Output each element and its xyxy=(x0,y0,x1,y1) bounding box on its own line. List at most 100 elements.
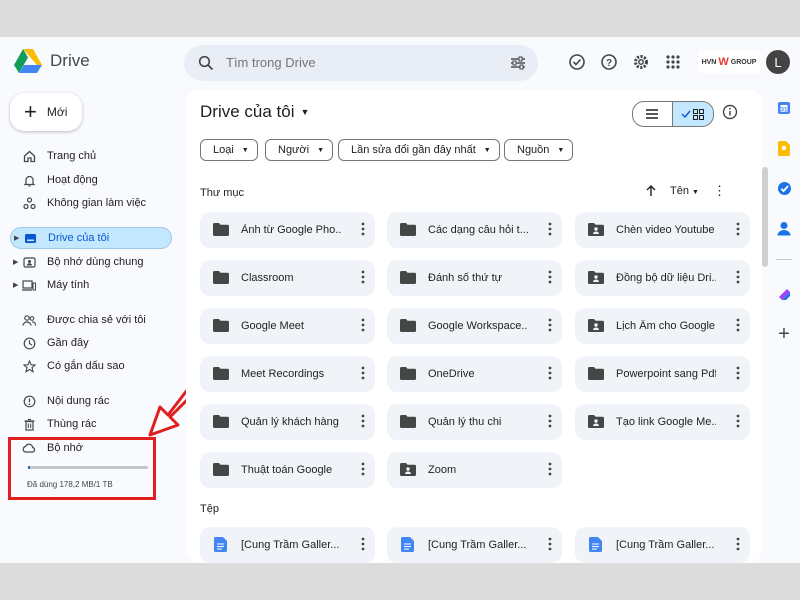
more-actions-icon[interactable] xyxy=(548,537,552,556)
more-actions-icon[interactable] xyxy=(548,366,552,385)
sidebar-item-shared-with-me[interactable]: Được chia sẻ với tôi xyxy=(0,309,180,331)
filter-source-chip[interactable]: Nguồn ▼ xyxy=(504,139,574,161)
expand-caret-icon[interactable]: ▶ xyxy=(13,258,18,266)
more-actions-icon[interactable] xyxy=(736,270,740,289)
brand-name: HVN xyxy=(701,58,717,66)
chip-label: Người xyxy=(278,144,310,156)
filter-people-chip[interactable]: Người ▼ xyxy=(265,139,334,161)
contacts-app-icon[interactable] xyxy=(775,219,793,237)
folder-card[interactable]: Zoom xyxy=(387,452,562,488)
more-actions-icon[interactable] xyxy=(736,222,740,241)
folder-card[interactable]: Powerpoint sang Pdf xyxy=(575,356,750,392)
more-actions-icon[interactable] xyxy=(548,462,552,481)
more-actions-icon[interactable] xyxy=(736,318,740,337)
page-title[interactable]: Drive của tôi ▼ xyxy=(200,102,309,122)
tasks-app-icon[interactable] xyxy=(775,179,793,197)
filter-modified-chip[interactable]: Lần sửa đổi gần đây nhất ▼ xyxy=(338,139,500,161)
home-icon xyxy=(22,149,36,163)
search-icon[interactable] xyxy=(198,55,214,71)
folder-icon xyxy=(213,223,229,241)
page-title-text: Drive của tôi xyxy=(200,102,295,121)
file-card[interactable]: [Cung Trầm Galler... xyxy=(387,527,562,563)
folder-card[interactable]: Classroom xyxy=(200,260,375,296)
search-options-icon[interactable] xyxy=(510,55,526,71)
settings-gear-icon[interactable] xyxy=(630,51,652,73)
folder-card[interactable]: Meet Recordings xyxy=(200,356,375,392)
folder-card[interactable]: Đồng bộ dữ liệu Dri... xyxy=(575,260,750,296)
sidebar-item-my-drive[interactable]: ▶ Drive của tôi xyxy=(10,227,172,249)
more-actions-icon[interactable] xyxy=(736,537,740,556)
folder-card[interactable]: Tạo link Google Me... xyxy=(575,404,750,440)
expand-caret-icon[interactable]: ▶ xyxy=(13,281,18,289)
search-input[interactable] xyxy=(226,45,486,81)
ready-offline-icon[interactable] xyxy=(566,51,588,73)
folder-card[interactable]: Chèn video Youtube xyxy=(575,212,750,248)
more-actions-icon[interactable] xyxy=(736,414,740,433)
more-actions-icon[interactable] xyxy=(361,366,365,385)
more-actions-icon[interactable] xyxy=(361,318,365,337)
folder-name: Đánh số thứ tự xyxy=(428,272,503,284)
top-bar: Drive ? HVN W GROUP L xyxy=(0,37,800,89)
dropdown-arrow-icon: ▼ xyxy=(300,107,310,117)
get-addons-plus-icon[interactable]: + xyxy=(775,323,793,345)
sidebar-item-recent[interactable]: Gần đây xyxy=(0,332,180,354)
more-actions-icon[interactable] xyxy=(361,537,365,556)
vertical-scrollbar[interactable] xyxy=(762,167,768,267)
folder-name: Tạo link Google Me... xyxy=(616,416,716,428)
folder-card[interactable]: Quản lý khách hàng xyxy=(200,404,375,440)
dropdown-arrow-icon: ▼ xyxy=(557,146,565,154)
plus-icon: + xyxy=(24,99,37,124)
file-card[interactable]: [Cung Trầm Galler... xyxy=(200,527,375,563)
folders-section-label: Thư mục xyxy=(200,187,245,199)
more-actions-icon[interactable] xyxy=(548,318,552,337)
more-actions-icon[interactable] xyxy=(548,222,552,241)
new-button[interactable]: + Mới xyxy=(10,93,82,131)
organization-logo[interactable]: HVN W GROUP xyxy=(698,51,760,73)
info-icon[interactable] xyxy=(722,104,738,120)
more-actions-icon[interactable] xyxy=(361,414,365,433)
grid-view-button[interactable] xyxy=(671,102,713,126)
folder-card[interactable]: Ảnh từ Google Pho... xyxy=(200,212,375,248)
more-actions-icon[interactable] xyxy=(736,366,740,385)
folder-card[interactable]: Lịch Âm cho Google... xyxy=(575,308,750,344)
apps-grid-icon[interactable] xyxy=(662,51,684,73)
sidebar-item-activity[interactable]: Hoạt động xyxy=(0,169,180,191)
sort-direction-arrow-icon[interactable] xyxy=(646,185,656,197)
list-view-button[interactable] xyxy=(633,102,672,126)
folder-card[interactable]: Thuật toán Google xyxy=(200,452,375,488)
search-bar[interactable] xyxy=(184,45,538,81)
sidebar-item-workspaces[interactable]: Không gian làm việc xyxy=(0,192,180,214)
sidebar-item-label: Drive của tôi xyxy=(48,232,110,244)
keep-app-icon[interactable] xyxy=(775,139,793,157)
folder-card[interactable]: OneDrive xyxy=(387,356,562,392)
clock-icon xyxy=(22,336,36,350)
expand-caret-icon[interactable]: ▶ xyxy=(14,234,19,242)
folder-name: Classroom xyxy=(241,272,294,284)
more-actions-icon[interactable] xyxy=(548,270,552,289)
folder-card[interactable]: Google Meet xyxy=(200,308,375,344)
view-toggle[interactable] xyxy=(632,101,714,127)
more-actions-icon[interactable] xyxy=(548,414,552,433)
sort-by-name-button[interactable]: Tên ▼ xyxy=(670,185,699,197)
addon-app-icon[interactable] xyxy=(775,285,793,303)
drive-logo[interactable]: Drive xyxy=(14,49,90,73)
more-options-icon[interactable]: ⋮ xyxy=(713,183,726,199)
calendar-app-icon[interactable]: 31 xyxy=(775,99,793,117)
shared-folder-icon xyxy=(588,223,604,241)
more-actions-icon[interactable] xyxy=(361,462,365,481)
account-avatar[interactable]: L xyxy=(766,50,790,74)
folder-card[interactable]: Quản lý thu chi xyxy=(387,404,562,440)
sidebar-item-home[interactable]: Trang chủ xyxy=(0,145,180,167)
google-docs-icon xyxy=(214,537,227,557)
folder-card[interactable]: Google Workspace... xyxy=(387,308,562,344)
sidebar-item-computers[interactable]: ▶ Máy tính xyxy=(0,274,180,296)
folder-card[interactable]: Các dạng câu hỏi t... xyxy=(387,212,562,248)
more-actions-icon[interactable] xyxy=(361,222,365,241)
filter-type-chip[interactable]: Loại ▼ xyxy=(200,139,258,161)
help-icon[interactable]: ? xyxy=(598,51,620,73)
folder-icon xyxy=(400,367,416,385)
more-actions-icon[interactable] xyxy=(361,270,365,289)
sidebar-item-shared-drives[interactable]: ▶ Bộ nhớ dùng chung xyxy=(0,251,180,273)
file-card[interactable]: [Cung Trầm Galler... xyxy=(575,527,750,563)
folder-card[interactable]: Đánh số thứ tự xyxy=(387,260,562,296)
